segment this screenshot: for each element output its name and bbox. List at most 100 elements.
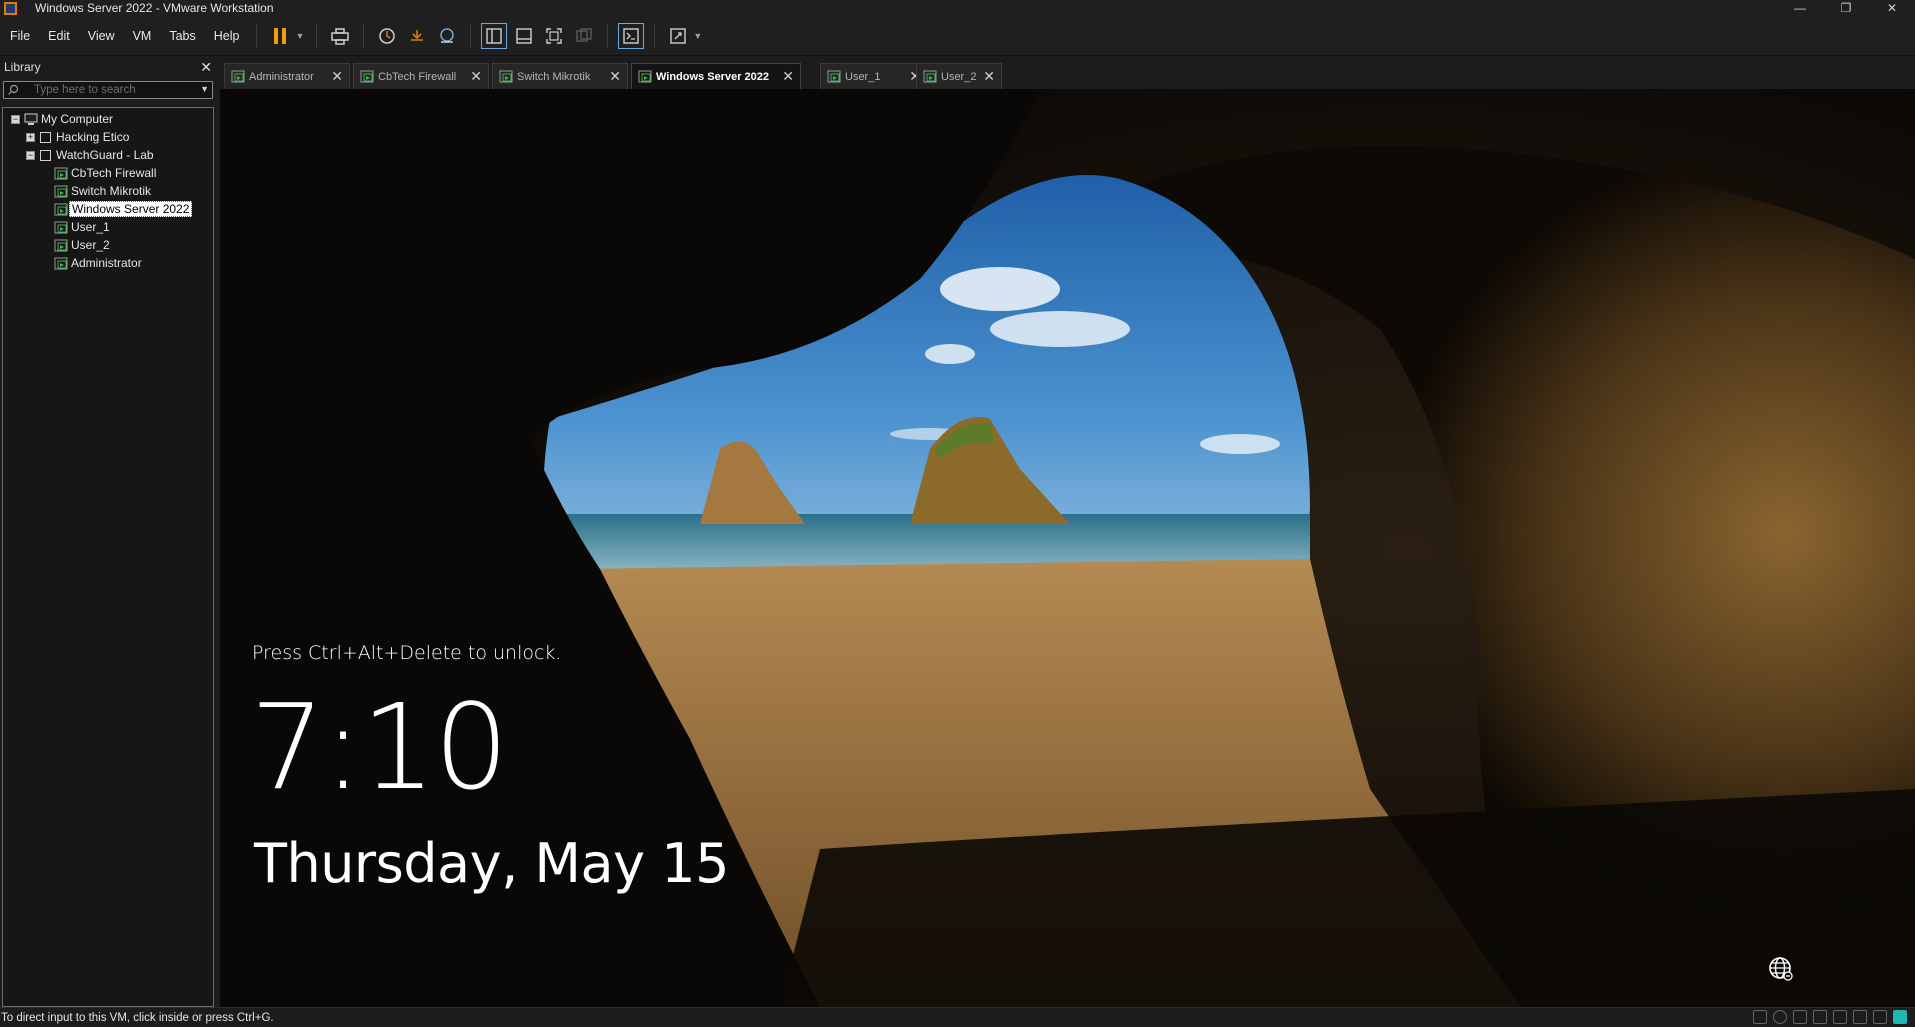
expand-toggle-icon[interactable]: + <box>26 132 35 142</box>
vm-running-icon <box>231 70 245 83</box>
library-view-icon[interactable] <box>481 22 508 49</box>
tree-item-user-2[interactable]: User_2 <box>3 236 213 254</box>
usb-icon[interactable] <box>1813 1010 1827 1024</box>
tree-item-hacking-etico[interactable]: + Hacking Etico <box>3 128 213 146</box>
tab-close-icon[interactable]: ✕ <box>782 68 794 85</box>
snapshot-manager-icon[interactable] <box>434 23 460 49</box>
toolbar-divider <box>607 23 609 48</box>
tab-user-2[interactable]: User_2 ✕ <box>916 63 1002 89</box>
lock-screen-date: Thursday, May 15 <box>254 832 729 895</box>
tree-item-label: My Computer <box>41 112 114 126</box>
search-dropdown-chevron-icon[interactable]: ▼ <box>200 84 209 94</box>
library-panel: Library ✕ ▼ − My Computer + Hacking Etic… <box>0 57 216 1007</box>
device-status-icons <box>1747 1010 1907 1024</box>
unlock-hint-text: Press Ctrl+Alt+Delete to unlock. <box>252 642 562 664</box>
network-globe-icon[interactable] <box>1767 955 1795 983</box>
tab-close-icon[interactable]: ✕ <box>331 68 343 85</box>
tab-switch-mikrotik[interactable]: Switch Mikrotik ✕ <box>492 63 628 89</box>
menu-tabs[interactable]: Tabs <box>160 16 204 56</box>
tree-item-my-computer[interactable]: − My Computer <box>3 110 213 128</box>
vm-running-icon <box>499 70 513 83</box>
console-icon[interactable] <box>618 22 645 49</box>
pause-dropdown-chevron-icon[interactable]: ▼ <box>295 31 304 41</box>
toolbar-divider <box>316 23 318 48</box>
library-title: Library <box>4 60 41 74</box>
tree-item-label: Hacking Etico <box>56 130 130 144</box>
menu-vm[interactable]: VM <box>124 16 161 56</box>
tab-label: CbTech Firewall <box>378 70 457 83</box>
folder-icon <box>40 131 51 143</box>
vm-running-icon <box>923 70 937 83</box>
vm-tab-bar: Administrator ✕ CbTech Firewall ✕ Switch… <box>220 57 1915 89</box>
toolbar-divider <box>256 23 258 48</box>
close-window-button[interactable]: ✕ <box>1869 0 1915 16</box>
toolbar-divider <box>654 23 656 48</box>
tab-windows-server-2022[interactable]: Windows Server 2022 ✕ <box>631 63 801 89</box>
tab-close-icon[interactable]: ✕ <box>470 68 482 85</box>
tree-item-windows-server-2022[interactable]: Windows Server 2022 <box>3 200 213 218</box>
send-ctrl-alt-del-icon[interactable] <box>327 23 353 49</box>
vm-console[interactable]: Press Ctrl+Alt+Delete to unlock. 7:10 Th… <box>220 89 1915 1007</box>
tab-label: User_2 <box>941 70 977 83</box>
vm-running-icon <box>54 167 68 179</box>
tab-close-icon[interactable]: ✕ <box>609 68 621 85</box>
stretch-icon[interactable] <box>665 23 691 49</box>
vm-tree: − My Computer + Hacking Etico − WatchGua… <box>2 107 214 1007</box>
display-icon[interactable] <box>1853 1010 1867 1024</box>
toolbar-divider <box>470 23 472 48</box>
sound-icon[interactable] <box>1833 1010 1847 1024</box>
thumbnail-view-icon[interactable] <box>511 23 537 49</box>
status-message: To direct input to this VM, click inside… <box>1 1011 274 1024</box>
vm-running-icon <box>638 70 652 83</box>
tree-item-label: User_1 <box>71 220 110 234</box>
tree-item-cbtech-firewall[interactable]: CbTech Firewall <box>3 164 213 182</box>
unity-icon[interactable] <box>571 23 597 49</box>
tree-item-administrator[interactable]: Administrator <box>3 254 213 272</box>
restore-button[interactable]: ❐ <box>1823 0 1869 16</box>
window-title: Windows Server 2022 - VMware Workstation <box>35 1 274 15</box>
menu-help[interactable]: Help <box>205 16 249 56</box>
stretch-dropdown-chevron-icon[interactable]: ▼ <box>693 31 702 41</box>
folder-icon <box>40 149 51 161</box>
hard-disk-icon[interactable] <box>1753 1010 1767 1024</box>
snapshot-icon[interactable] <box>374 23 400 49</box>
title-bar: Windows Server 2022 - VMware Workstation… <box>0 0 1915 16</box>
toolbar-divider <box>363 23 365 48</box>
vm-running-icon <box>54 239 68 251</box>
library-close-icon[interactable]: ✕ <box>200 59 212 76</box>
library-search-box[interactable]: ▼ <box>3 81 213 99</box>
collapse-toggle-icon[interactable]: − <box>26 150 35 160</box>
menu-file[interactable]: File <box>0 16 39 56</box>
message-icon[interactable] <box>1873 1010 1887 1024</box>
tab-user-1[interactable]: User_1 ✕ <box>820 63 928 89</box>
network-adapter-icon[interactable] <box>1793 1010 1807 1024</box>
tree-item-label: WatchGuard - Lab <box>56 148 154 162</box>
vmware-app-icon <box>4 1 17 15</box>
fullscreen-icon[interactable] <box>541 23 567 49</box>
vm-running-icon <box>54 203 68 215</box>
tab-close-icon[interactable]: ✕ <box>983 68 995 85</box>
status-bar: To direct input to this VM, click inside… <box>0 1007 1915 1027</box>
collapse-toggle-icon[interactable]: − <box>11 114 20 124</box>
revert-snapshot-icon[interactable] <box>404 23 430 49</box>
menu-view[interactable]: View <box>79 16 124 56</box>
library-search-input[interactable] <box>22 84 192 96</box>
menu-edit[interactable]: Edit <box>39 16 79 56</box>
tree-item-watchguard-lab[interactable]: − WatchGuard - Lab <box>3 146 213 164</box>
tree-item-user-1[interactable]: User_1 <box>3 218 213 236</box>
tab-label: Switch Mikrotik <box>517 70 591 83</box>
tree-item-label-selected: Windows Server 2022 <box>69 201 193 217</box>
computer-icon <box>24 113 38 125</box>
cd-dvd-icon[interactable] <box>1773 1010 1787 1024</box>
tab-administrator[interactable]: Administrator ✕ <box>224 63 350 89</box>
tree-item-label: User_2 <box>71 238 110 252</box>
tab-label: Administrator <box>249 70 314 83</box>
tree-item-switch-mikrotik[interactable]: Switch Mikrotik <box>3 182 213 200</box>
vm-status-icon[interactable] <box>1893 1010 1907 1024</box>
tab-cbtech-firewall[interactable]: CbTech Firewall ✕ <box>353 63 489 89</box>
pause-icon[interactable] <box>267 23 293 49</box>
tree-item-label: CbTech Firewall <box>71 166 157 180</box>
tab-label: Windows Server 2022 <box>656 70 770 83</box>
minimize-button[interactable]: — <box>1777 0 1823 16</box>
tree-item-label: Switch Mikrotik <box>71 184 152 198</box>
